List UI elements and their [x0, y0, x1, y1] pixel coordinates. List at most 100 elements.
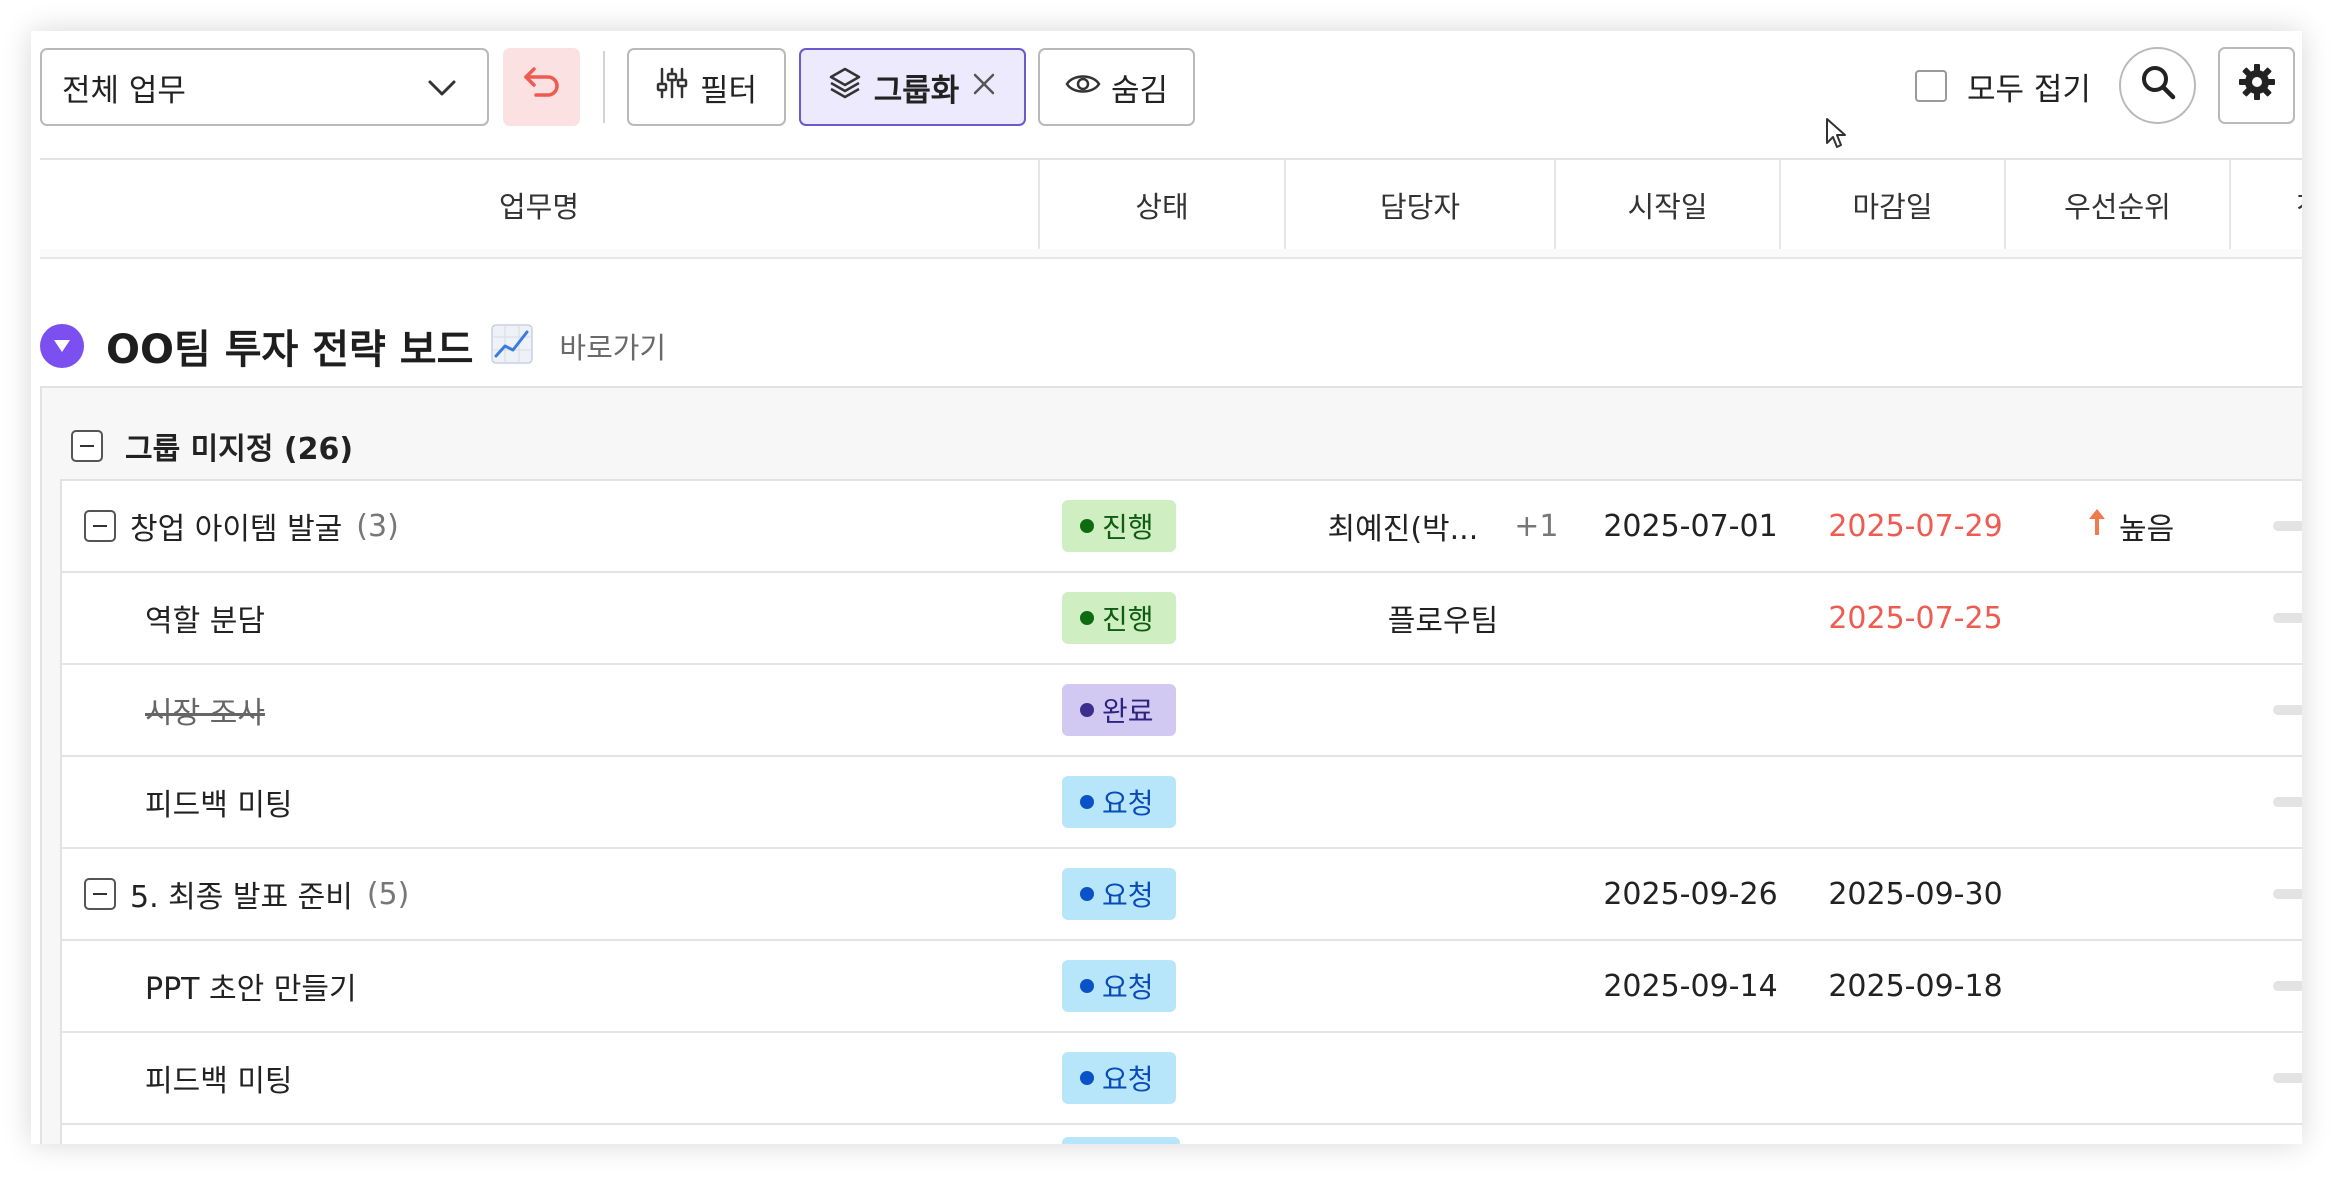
- progress-cell: [2273, 941, 2302, 1031]
- owner-name[interactable]: 플로우팀: [1308, 573, 1578, 663]
- start-date[interactable]: 2025-07-01: [1578, 481, 1803, 571]
- progress-bar: [2273, 613, 2302, 623]
- status-label: 요청: [1102, 879, 1154, 912]
- status-badge[interactable]: 진행: [1062, 592, 1176, 644]
- status-dot: [1080, 795, 1094, 809]
- column-header-task[interactable]: 업무명: [40, 160, 1040, 250]
- undo-icon: [522, 65, 562, 109]
- status-badge[interactable]: 완료: [1062, 684, 1176, 736]
- table-row[interactable]: 시장 조사 완료: [62, 665, 2302, 757]
- owner-name: 최예진(박...: [1327, 512, 1479, 547]
- column-header-start[interactable]: 시작일: [1556, 160, 1781, 250]
- column-header-due[interactable]: 마감일: [1781, 160, 2006, 250]
- due-date[interactable]: 2025-09-18: [1803, 941, 2028, 1031]
- task-name-cell: 5. 최종 발표 준비 (5): [84, 849, 714, 939]
- status-label: 요청: [1102, 971, 1154, 1004]
- status-label: 완료: [1102, 695, 1154, 728]
- table-row[interactable]: [62, 1125, 2302, 1144]
- status-dot: [1080, 611, 1094, 625]
- eye-icon: [1065, 69, 1101, 105]
- table-row[interactable]: 역할 분담 진행 플로우팀 2025-07-25: [62, 573, 2302, 665]
- gear-icon: [2237, 62, 2277, 110]
- progress-cell: [2273, 1033, 2302, 1123]
- status-badge[interactable]: [1062, 1137, 1180, 1144]
- status-badge[interactable]: 요청: [1062, 960, 1176, 1012]
- group-button[interactable]: 그룹화: [799, 48, 1026, 126]
- subtask-count: (5): [366, 876, 410, 912]
- board-shortcut-link[interactable]: 바로가기: [559, 325, 666, 367]
- column-header-priority[interactable]: 우선순위: [2006, 160, 2231, 250]
- table-row[interactable]: 피드백 미팅 요청: [62, 1033, 2302, 1125]
- filter-button[interactable]: 필터: [627, 48, 786, 126]
- status-badge[interactable]: 요청: [1062, 776, 1176, 828]
- start-date[interactable]: 2025-09-14: [1578, 941, 1803, 1031]
- settings-button[interactable]: [2218, 47, 2295, 124]
- group-collapse-icon[interactable]: [71, 430, 103, 462]
- view-select[interactable]: 전체 업무: [40, 48, 489, 126]
- table-header: 업무명 상태 담당자 시작일 마감일 우선순위 진: [40, 158, 2302, 252]
- status-badge[interactable]: 진행: [1062, 500, 1176, 552]
- task-name-cell: 시장 조사: [145, 665, 775, 755]
- task-list: 창업 아이템 발굴 (3) 진행 최예진(박... +1 2025-07-01 …: [60, 479, 2302, 1144]
- status-dot: [1080, 979, 1094, 993]
- owner-extra-count: +1: [1514, 508, 1559, 544]
- undo-button[interactable]: [503, 48, 580, 126]
- start-date[interactable]: [1578, 573, 1803, 663]
- search-button[interactable]: [2119, 47, 2196, 124]
- hide-label: 숨김: [1110, 72, 1169, 109]
- collapse-all-label: 모두 접기: [1967, 71, 2091, 108]
- due-date[interactable]: 2025-07-29: [1803, 481, 2028, 571]
- column-header-owner[interactable]: 담당자: [1286, 160, 1556, 250]
- chart-emoji-icon: [491, 324, 534, 368]
- due-date[interactable]: 2025-09-30: [1803, 849, 2028, 939]
- table-row[interactable]: PPT 초안 만들기 요청 2025-09-14 2025-09-18: [62, 941, 2302, 1033]
- task-name[interactable]: PPT 초안 만들기: [145, 964, 357, 1008]
- task-name[interactable]: 피드백 미팅: [145, 1056, 293, 1100]
- task-name-cell: 피드백 미팅: [145, 757, 775, 847]
- chevron-down-icon: [427, 69, 457, 105]
- status-label: 진행: [1102, 511, 1154, 544]
- task-name-cell: PPT 초안 만들기: [145, 941, 775, 1031]
- close-icon[interactable]: [971, 69, 997, 105]
- start-date[interactable]: 2025-09-26: [1578, 849, 1803, 939]
- column-header-status[interactable]: 상태: [1040, 160, 1286, 250]
- priority-label: 높음: [2119, 512, 2175, 547]
- group-label: 그룹화: [873, 72, 960, 109]
- table-row[interactable]: 피드백 미팅 요청: [62, 757, 2302, 849]
- task-name[interactable]: 역할 분담: [145, 596, 265, 640]
- window: 전체 업무 필터 그룹화 숨김 모두 접기 업무명 상태 담당자 시작일 마감일…: [31, 31, 2302, 1144]
- subtask-collapse-icon[interactable]: [84, 878, 116, 910]
- task-name[interactable]: 시장 조사: [145, 688, 265, 732]
- board-title-row: OO팀 투자 전략 보드 바로가기: [40, 316, 666, 376]
- task-name[interactable]: 창업 아이템 발굴: [130, 504, 342, 548]
- filter-label: 필터: [699, 72, 758, 109]
- status-badge[interactable]: 요청: [1062, 868, 1176, 920]
- task-name-cell: 역할 분담: [145, 573, 775, 663]
- collapse-all-toggle[interactable]: 모두 접기: [1915, 66, 2091, 108]
- board-title: OO팀 투자 전략 보드: [106, 327, 474, 373]
- cursor-icon: [1825, 117, 1847, 153]
- collapse-all-checkbox[interactable]: [1915, 70, 1947, 102]
- table-row[interactable]: 5. 최종 발표 준비 (5) 요청 2025-09-26 2025-09-30: [62, 849, 2302, 941]
- status-dot: [1080, 887, 1094, 901]
- subtask-collapse-icon[interactable]: [84, 510, 116, 542]
- owner-cell[interactable]: 최예진(박... +1: [1308, 481, 1578, 571]
- column-header-progress[interactable]: 진: [2231, 160, 2302, 250]
- task-name[interactable]: 피드백 미팅: [145, 780, 293, 824]
- task-name[interactable]: 5. 최종 발표 준비: [130, 872, 353, 916]
- status-cell: 요청: [1062, 941, 1308, 1031]
- progress-bar: [2273, 889, 2302, 899]
- caret-down-icon[interactable]: [40, 324, 84, 368]
- priority-cell[interactable]: 높음: [2087, 481, 2253, 571]
- sliders-icon: [656, 66, 688, 108]
- progress-cell: [2273, 573, 2302, 663]
- hide-button[interactable]: 숨김: [1038, 48, 1195, 126]
- status-cell: 요청: [1062, 849, 1308, 939]
- progress-cell: [2273, 849, 2302, 939]
- task-name-cell: 피드백 미팅: [145, 1033, 775, 1123]
- table-row[interactable]: 창업 아이템 발굴 (3) 진행 최예진(박... +1 2025-07-01 …: [62, 481, 2302, 573]
- status-label: 요청: [1102, 1063, 1154, 1096]
- due-date[interactable]: 2025-07-25: [1803, 573, 2028, 663]
- progress-cell: [2273, 665, 2302, 755]
- status-badge[interactable]: 요청: [1062, 1052, 1176, 1104]
